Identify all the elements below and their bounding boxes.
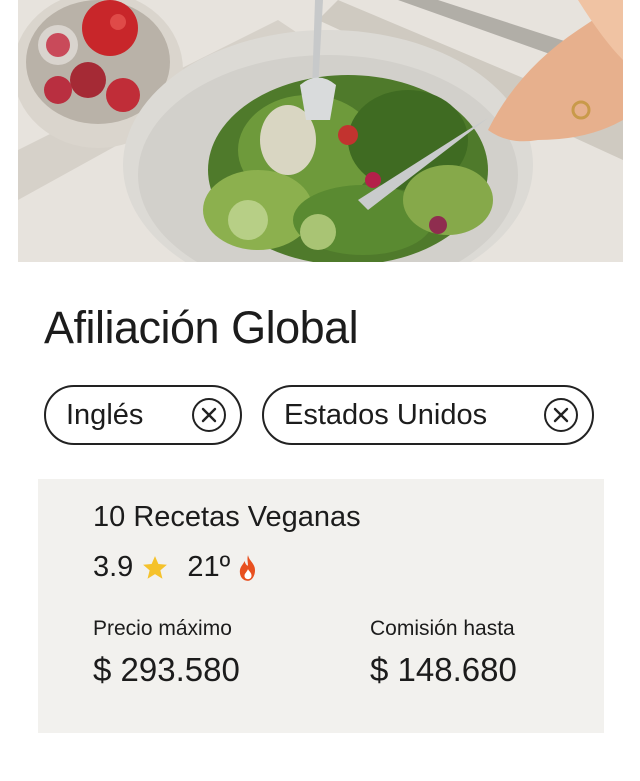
product-card[interactable]: 10 Recetas Veganas 3.9 21º Precio máximo… bbox=[38, 479, 604, 733]
close-circle-icon[interactable] bbox=[192, 398, 226, 432]
product-stats: 3.9 21º bbox=[93, 551, 260, 584]
filter-chip-language[interactable]: Inglés bbox=[44, 385, 242, 445]
fire-icon bbox=[236, 554, 260, 582]
filter-chip-label: Estados Unidos bbox=[284, 398, 488, 431]
filter-chip-label: Inglés bbox=[66, 398, 144, 431]
max-price-value: $ 293.580 bbox=[93, 651, 240, 688]
commission-label: Comisión hasta bbox=[370, 617, 515, 640]
product-name: 10 Recetas Veganas bbox=[93, 501, 361, 533]
rating-value: 3.9 bbox=[93, 551, 134, 583]
page-title: Afiliación Global bbox=[44, 302, 359, 353]
max-price-label: Precio máximo bbox=[93, 617, 232, 640]
filter-chips: Inglés Estados Unidos bbox=[44, 385, 594, 445]
close-circle-icon[interactable] bbox=[544, 398, 578, 432]
hero-image bbox=[18, 0, 623, 262]
filter-chip-country[interactable]: Estados Unidos bbox=[262, 385, 594, 445]
star-icon bbox=[141, 554, 169, 582]
commission-value: $ 148.680 bbox=[370, 651, 517, 688]
rank-value: 21º bbox=[187, 551, 231, 583]
